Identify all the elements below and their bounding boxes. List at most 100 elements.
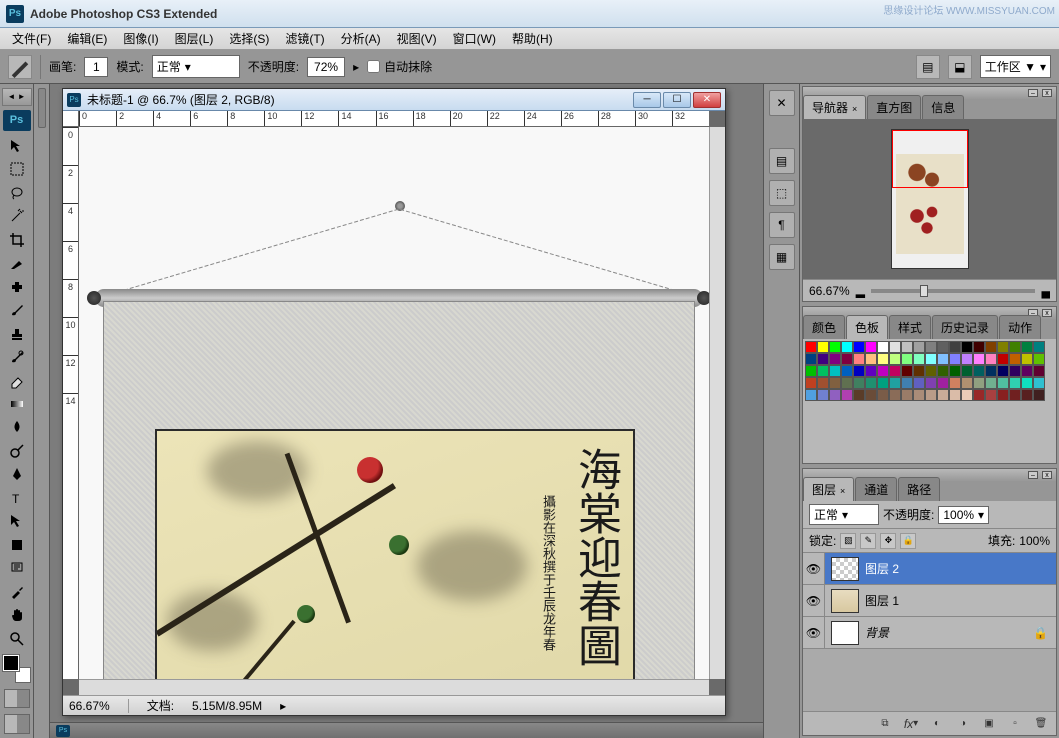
scrollbar-vertical[interactable] [709,127,725,679]
swatch[interactable] [973,389,985,401]
swatch[interactable] [865,353,877,365]
swatch[interactable] [913,365,925,377]
swatch[interactable] [817,377,829,389]
tab-layers[interactable]: 图层× [803,477,854,501]
auto-erase-checkbox[interactable]: 自动抹除 [367,58,432,75]
dock-collapse-left[interactable] [34,84,50,738]
swatch[interactable] [949,389,961,401]
tab-channels[interactable]: 通道 [855,477,897,501]
swatch[interactable] [889,389,901,401]
file-browser-icon[interactable]: ▤ [916,55,940,79]
swatch[interactable] [841,389,853,401]
tab-history[interactable]: 历史记录 [932,315,998,339]
tab-color[interactable]: 颜色 [803,315,845,339]
swatch[interactable] [961,341,973,353]
swatch[interactable] [997,365,1009,377]
crop-tool[interactable] [4,229,30,250]
swatch[interactable] [829,341,841,353]
swatch[interactable] [1033,377,1045,389]
notes-tool[interactable] [4,558,30,579]
move-tool[interactable] [4,135,30,156]
swatch[interactable] [1033,353,1045,365]
dodge-tool[interactable] [4,440,30,461]
wand-tool[interactable] [4,206,30,227]
layer-thumbnail[interactable] [831,589,859,613]
scrollbar-horizontal[interactable] [79,679,709,695]
swatch[interactable] [889,353,901,365]
swatch[interactable] [889,377,901,389]
swatch[interactable] [961,365,973,377]
swatch[interactable] [901,365,913,377]
color-swatches[interactable] [3,655,31,682]
swatch[interactable] [925,353,937,365]
swatch[interactable] [913,389,925,401]
swatch[interactable] [1009,365,1021,377]
swatch[interactable] [853,365,865,377]
brushes-panel-icon[interactable]: ⬓ [948,55,972,79]
swatch[interactable] [997,377,1009,389]
tab-styles[interactable]: 样式 [889,315,931,339]
swatch[interactable] [913,377,925,389]
swatch[interactable] [973,353,985,365]
marquee-tool[interactable] [4,159,30,180]
clone-source-icon[interactable]: ⬚ [769,180,795,206]
swatch[interactable] [841,341,853,353]
layer-opacity-value[interactable]: 100% [938,506,989,524]
new-layer-icon[interactable]: ▫ [1006,716,1024,732]
swatch[interactable] [865,341,877,353]
swatch[interactable] [1021,377,1033,389]
adjustment-layer-icon[interactable]: ◑ [954,716,972,732]
hand-tool[interactable] [4,604,30,625]
layer-name[interactable]: 背景 [865,624,1025,641]
swatch[interactable] [865,365,877,377]
swatch[interactable] [925,341,937,353]
swatch[interactable] [949,353,961,365]
swatch[interactable] [973,377,985,389]
swatch[interactable] [877,365,889,377]
pen-tool[interactable] [4,464,30,485]
layer-thumbnail[interactable] [831,557,859,581]
swatch[interactable] [877,341,889,353]
doc-close-button[interactable]: ✕ [693,92,721,108]
tool-presets-icon[interactable]: ✕ [769,90,795,116]
menu-image[interactable]: 图像(I) [115,30,166,47]
panel-close[interactable]: x [1042,471,1052,479]
canvas-viewport[interactable]: 海棠迎春圖 攝影在深秋撰于壬辰龙年春 20、画上铁钉和线，将画"挂"起来，呵呵。 [79,127,709,679]
tab-swatches[interactable]: 色板 [846,315,888,339]
zoom-out-icon[interactable]: ▂ [856,284,865,298]
swatch[interactable] [961,353,973,365]
swatch[interactable] [865,389,877,401]
swatch[interactable] [937,353,949,365]
workspace-dropdown[interactable]: 工作区 ▼ [980,55,1051,78]
swatch[interactable] [937,389,949,401]
tab-actions[interactable]: 动作 [999,315,1041,339]
swatch[interactable] [1021,341,1033,353]
panel-close[interactable]: x [1042,89,1052,97]
lock-all-icon[interactable]: 🔒 [900,533,916,549]
swatch[interactable] [841,365,853,377]
swatch[interactable] [1021,365,1033,377]
ruler-vertical[interactable]: 02468101214 [63,127,79,679]
lasso-tool[interactable] [4,182,30,203]
character-icon[interactable]: ¶ [769,212,795,238]
swatch[interactable] [937,377,949,389]
shelf-icon[interactable]: Ps [56,725,70,737]
history-brush-tool[interactable] [4,346,30,367]
swatch[interactable] [829,377,841,389]
lock-position-icon[interactable]: ✥ [880,533,896,549]
menu-layer[interactable]: 图层(L) [167,30,222,47]
layer-comps-icon[interactable]: ▦ [769,244,795,270]
menu-window[interactable]: 窗口(W) [445,30,504,47]
swatch[interactable] [925,377,937,389]
layer-name[interactable]: 图层 1 [865,592,1056,609]
menu-view[interactable]: 视图(V) [389,30,445,47]
layer-row[interactable]: 👁 背景 🔒 [803,617,1056,649]
opacity-value[interactable]: 72% [307,57,345,77]
toolbox-header[interactable]: ◄ ► [2,88,32,106]
swatch[interactable] [853,389,865,401]
swatch[interactable] [1009,389,1021,401]
panel-minimize[interactable]: – [1028,471,1038,479]
swatch[interactable] [829,353,841,365]
swatch[interactable] [925,389,937,401]
opacity-flyout[interactable]: ▸ [353,60,359,74]
